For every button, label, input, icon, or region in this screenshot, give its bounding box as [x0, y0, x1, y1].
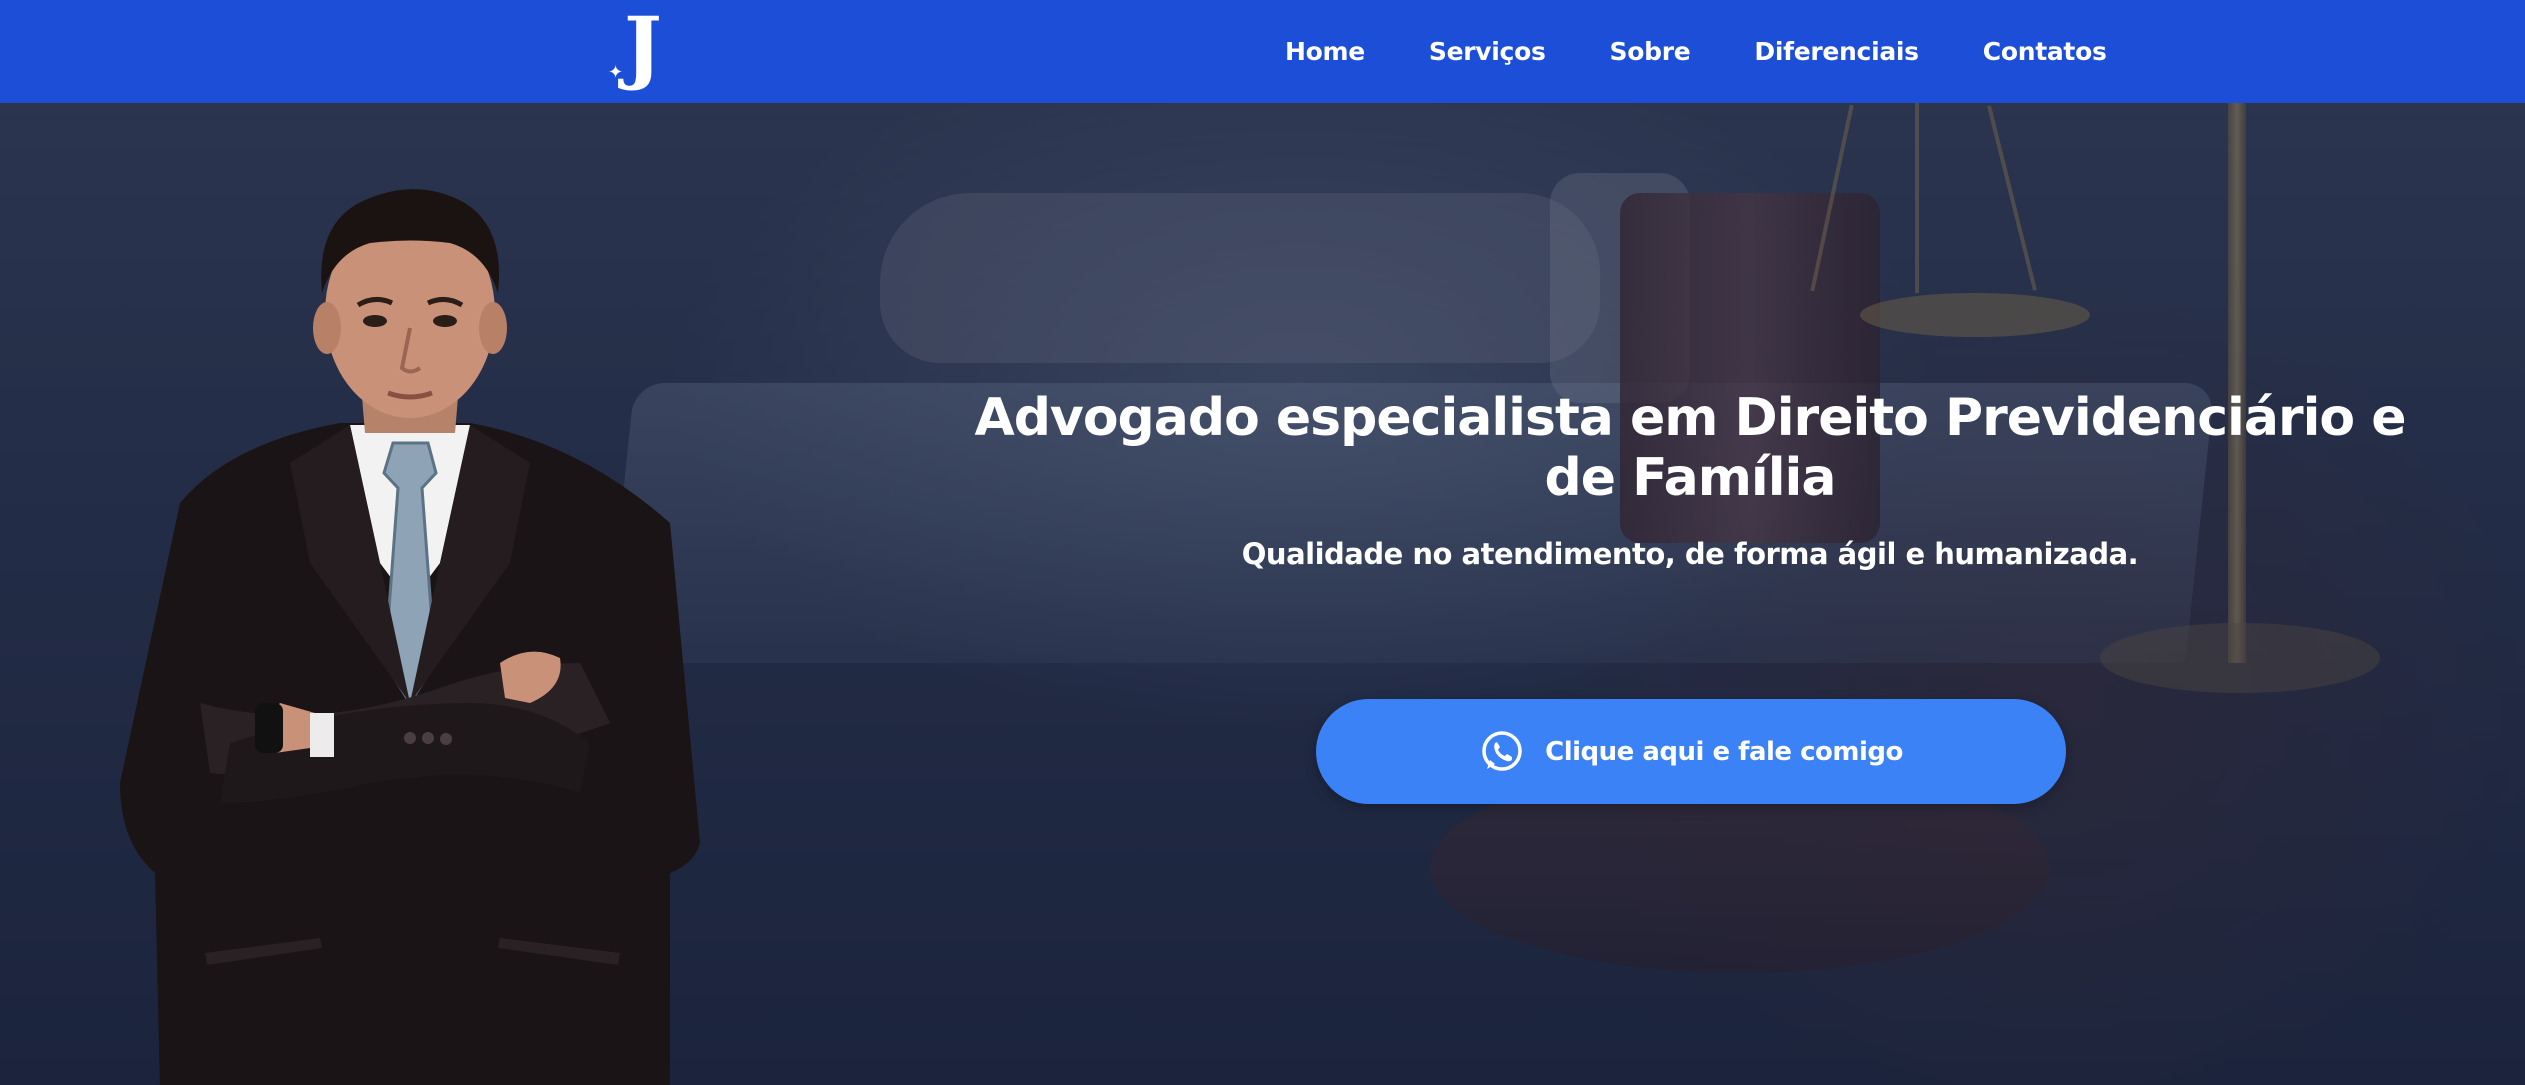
logo-letter: J [624, 0, 662, 93]
hero-section: Advogado especialista em Direito Previde… [0, 103, 2525, 1085]
nav-link-sobre[interactable]: Sobre [1610, 37, 1691, 66]
main-nav: Home Serviços Sobre Diferenciais Contato… [1285, 0, 2107, 103]
nav-link-servicos[interactable]: Serviços [1429, 37, 1546, 66]
hero-subtitle: Qualidade no atendimento, de forma ágil … [1241, 537, 2139, 571]
cta-label: Clique aqui e fale comigo [1545, 736, 1903, 767]
hero-title: Advogado especialista em Direito Previde… [974, 388, 2406, 508]
nav-link-diferenciais[interactable]: Diferenciais [1754, 37, 1919, 66]
logo-star-icon: ✦ [608, 62, 624, 83]
lawyer-portrait [110, 143, 710, 1085]
logo[interactable]: ✦ J [604, 6, 664, 94]
hero-content: Advogado especialista em Direito Previde… [940, 388, 2440, 572]
lawyer-illustration [120, 189, 700, 1085]
whatsapp-icon [1479, 729, 1525, 775]
nav-link-contatos[interactable]: Contatos [1983, 37, 2107, 66]
nav-link-home[interactable]: Home [1285, 37, 1365, 66]
whatsapp-cta-button[interactable]: Clique aqui e fale comigo [1316, 699, 2066, 804]
navbar: ✦ J Home Serviços Sobre Diferenciais Con… [0, 0, 2525, 103]
